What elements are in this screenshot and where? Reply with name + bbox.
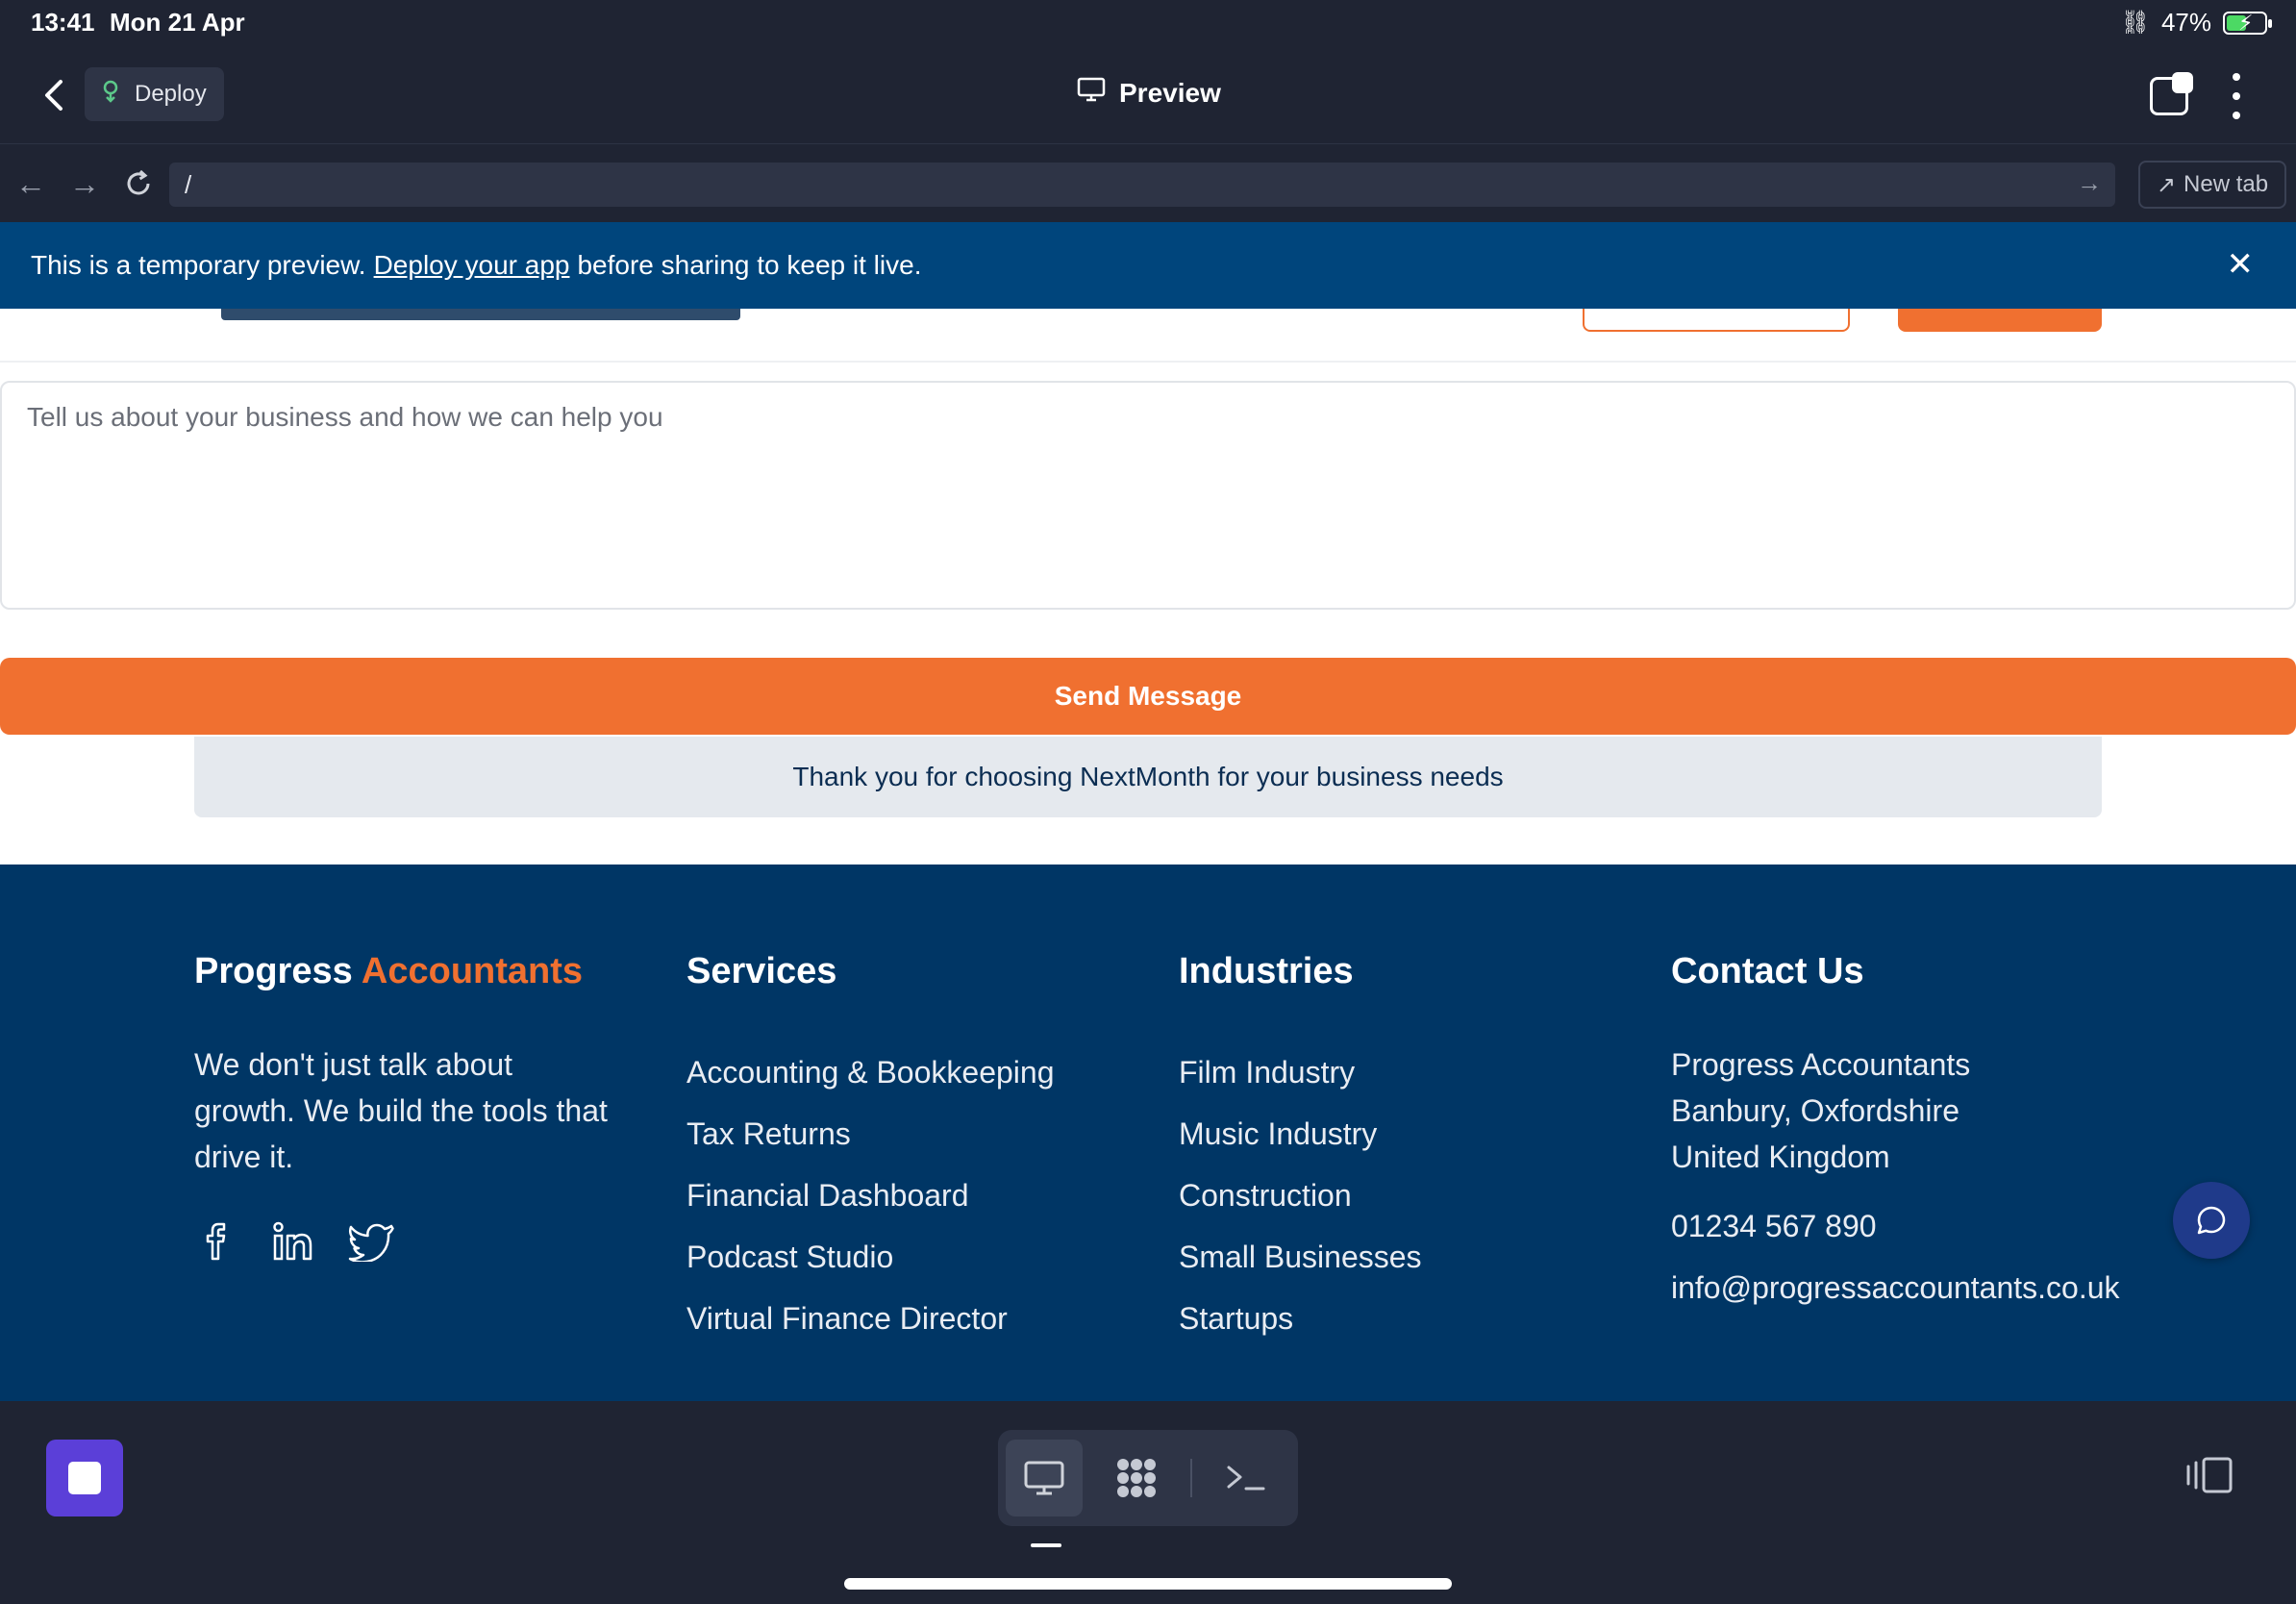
deploy-button[interactable]: Deploy: [85, 67, 224, 121]
preview-mode-icon[interactable]: [1006, 1440, 1083, 1516]
services-link[interactable]: Virtual Finance Director: [686, 1288, 1054, 1349]
battery-percent: 47%: [2160, 8, 2211, 37]
footer-brand: Progress Accountants: [194, 951, 583, 992]
brand-accent: Accountants: [361, 951, 584, 991]
view-switcher: [998, 1430, 1298, 1526]
link-icon: ⛓: [2120, 10, 2150, 36]
new-tab-label: New tab: [2184, 171, 2269, 197]
preview-banner: This is a temporary preview. Deploy your…: [0, 222, 2296, 309]
message-textarea[interactable]: Tell us about your business and how we c…: [0, 381, 2296, 610]
chat-button[interactable]: [2173, 1182, 2250, 1259]
external-link-icon: ↗: [2156, 171, 2177, 198]
banner-text-before: This is a temporary preview.: [31, 250, 366, 280]
preview-viewport: This is a temporary preview. Deploy your…: [0, 222, 2296, 1401]
reload-icon[interactable]: [119, 163, 158, 205]
nav-back-icon[interactable]: ←: [12, 163, 50, 205]
app-header: Deploy Preview: [0, 48, 2296, 144]
workspace-grid-icon[interactable]: [1098, 1440, 1175, 1516]
address-line: Banbury, Oxfordshire: [1671, 1093, 1959, 1128]
deploy-icon: [100, 80, 121, 110]
active-indicator: [1031, 1543, 1061, 1547]
home-indicator[interactable]: [844, 1578, 1452, 1590]
address-line: United Kingdom: [1671, 1140, 1890, 1174]
industries-link[interactable]: Small Businesses: [1179, 1226, 1422, 1288]
services-title: Services: [686, 951, 837, 991]
panel-toggle-icon[interactable]: [2184, 1455, 2234, 1495]
stop-icon: [68, 1462, 101, 1494]
new-tab-button[interactable]: ↗ New tab: [2138, 161, 2286, 209]
status-date: Mon 21 Apr: [110, 8, 245, 37]
back-button[interactable]: [35, 73, 73, 117]
battery-icon: ⚡: [2223, 11, 2272, 35]
social-links: [194, 1218, 394, 1265]
site-footer: Progress Accountants We don't just talk …: [0, 865, 2296, 1401]
industries-link[interactable]: Construction: [1179, 1165, 1422, 1226]
industries-link[interactable]: Music Industry: [1179, 1103, 1422, 1165]
thank-you-notice: Thank you for choosing NextMonth for you…: [194, 737, 2102, 817]
contact-address: Progress Accountants Banbury, Oxfordshir…: [1671, 1041, 1970, 1180]
tabs-button[interactable]: [2150, 72, 2193, 115]
contact-phone[interactable]: 01234 567 890: [1671, 1209, 1877, 1244]
message-placeholder: Tell us about your business and how we c…: [27, 402, 663, 432]
nav-forward-icon[interactable]: →: [65, 163, 104, 205]
services-link[interactable]: Tax Returns: [686, 1103, 1054, 1165]
terminal-icon[interactable]: [1208, 1440, 1285, 1516]
preview-title: Preview: [1077, 77, 1221, 109]
send-message-label: Send Message: [1054, 681, 1242, 711]
twitter-icon[interactable]: [348, 1218, 394, 1265]
linkedin-icon[interactable]: [271, 1218, 317, 1265]
facebook-icon[interactable]: [194, 1218, 240, 1265]
brand-name: Progress: [194, 951, 353, 991]
deploy-label: Deploy: [135, 81, 207, 107]
services-link[interactable]: Financial Dashboard: [686, 1165, 1054, 1226]
monitor-icon: [1077, 77, 1106, 109]
segment-divider: [1190, 1459, 1192, 1497]
deploy-app-link[interactable]: Deploy your app: [374, 250, 570, 281]
contact-title: Contact Us: [1671, 951, 1864, 991]
contact-email[interactable]: info@progressaccountants.co.uk: [1671, 1270, 2120, 1306]
industries-title: Industries: [1179, 951, 1354, 991]
status-bar: 13:41 Mon 21 Apr ⛓ 47% ⚡: [0, 0, 2296, 48]
url-input[interactable]: / →: [169, 163, 2115, 207]
industries-link[interactable]: Startups: [1179, 1288, 1422, 1349]
services-link[interactable]: Podcast Studio: [686, 1226, 1054, 1288]
status-right: ⛓ 47% ⚡: [2120, 8, 2272, 38]
banner-text-after: before sharing to keep it live.: [577, 250, 922, 280]
services-list: Accounting & Bookkeeping Tax Returns Fin…: [686, 1041, 1054, 1349]
chat-bubble-icon: [2197, 1206, 2226, 1235]
url-toolbar: ← → / → ↗ New tab: [0, 145, 2296, 222]
go-arrow-icon[interactable]: →: [2077, 168, 2102, 198]
close-icon[interactable]: ✕: [2227, 245, 2255, 284]
thank-you-text: Thank you for choosing NextMonth for you…: [792, 762, 1504, 791]
services-link[interactable]: Accounting & Bookkeeping: [686, 1041, 1054, 1103]
bottom-toolbar: [0, 1401, 2296, 1604]
industries-list: Film Industry Music Industry Constructio…: [1179, 1041, 1422, 1349]
industries-link[interactable]: Film Industry: [1179, 1041, 1422, 1103]
divider: [0, 361, 2296, 363]
status-time: 13:41: [31, 8, 95, 37]
footer-tagline: We don't just talk about growth. We buil…: [194, 1047, 608, 1174]
send-message-button[interactable]: Send Message: [0, 658, 2296, 735]
more-menu-icon[interactable]: [2227, 73, 2246, 119]
stop-button[interactable]: [46, 1440, 123, 1516]
address-line: Progress Accountants: [1671, 1047, 1971, 1082]
url-text: /: [185, 170, 192, 199]
preview-label: Preview: [1119, 77, 1221, 108]
